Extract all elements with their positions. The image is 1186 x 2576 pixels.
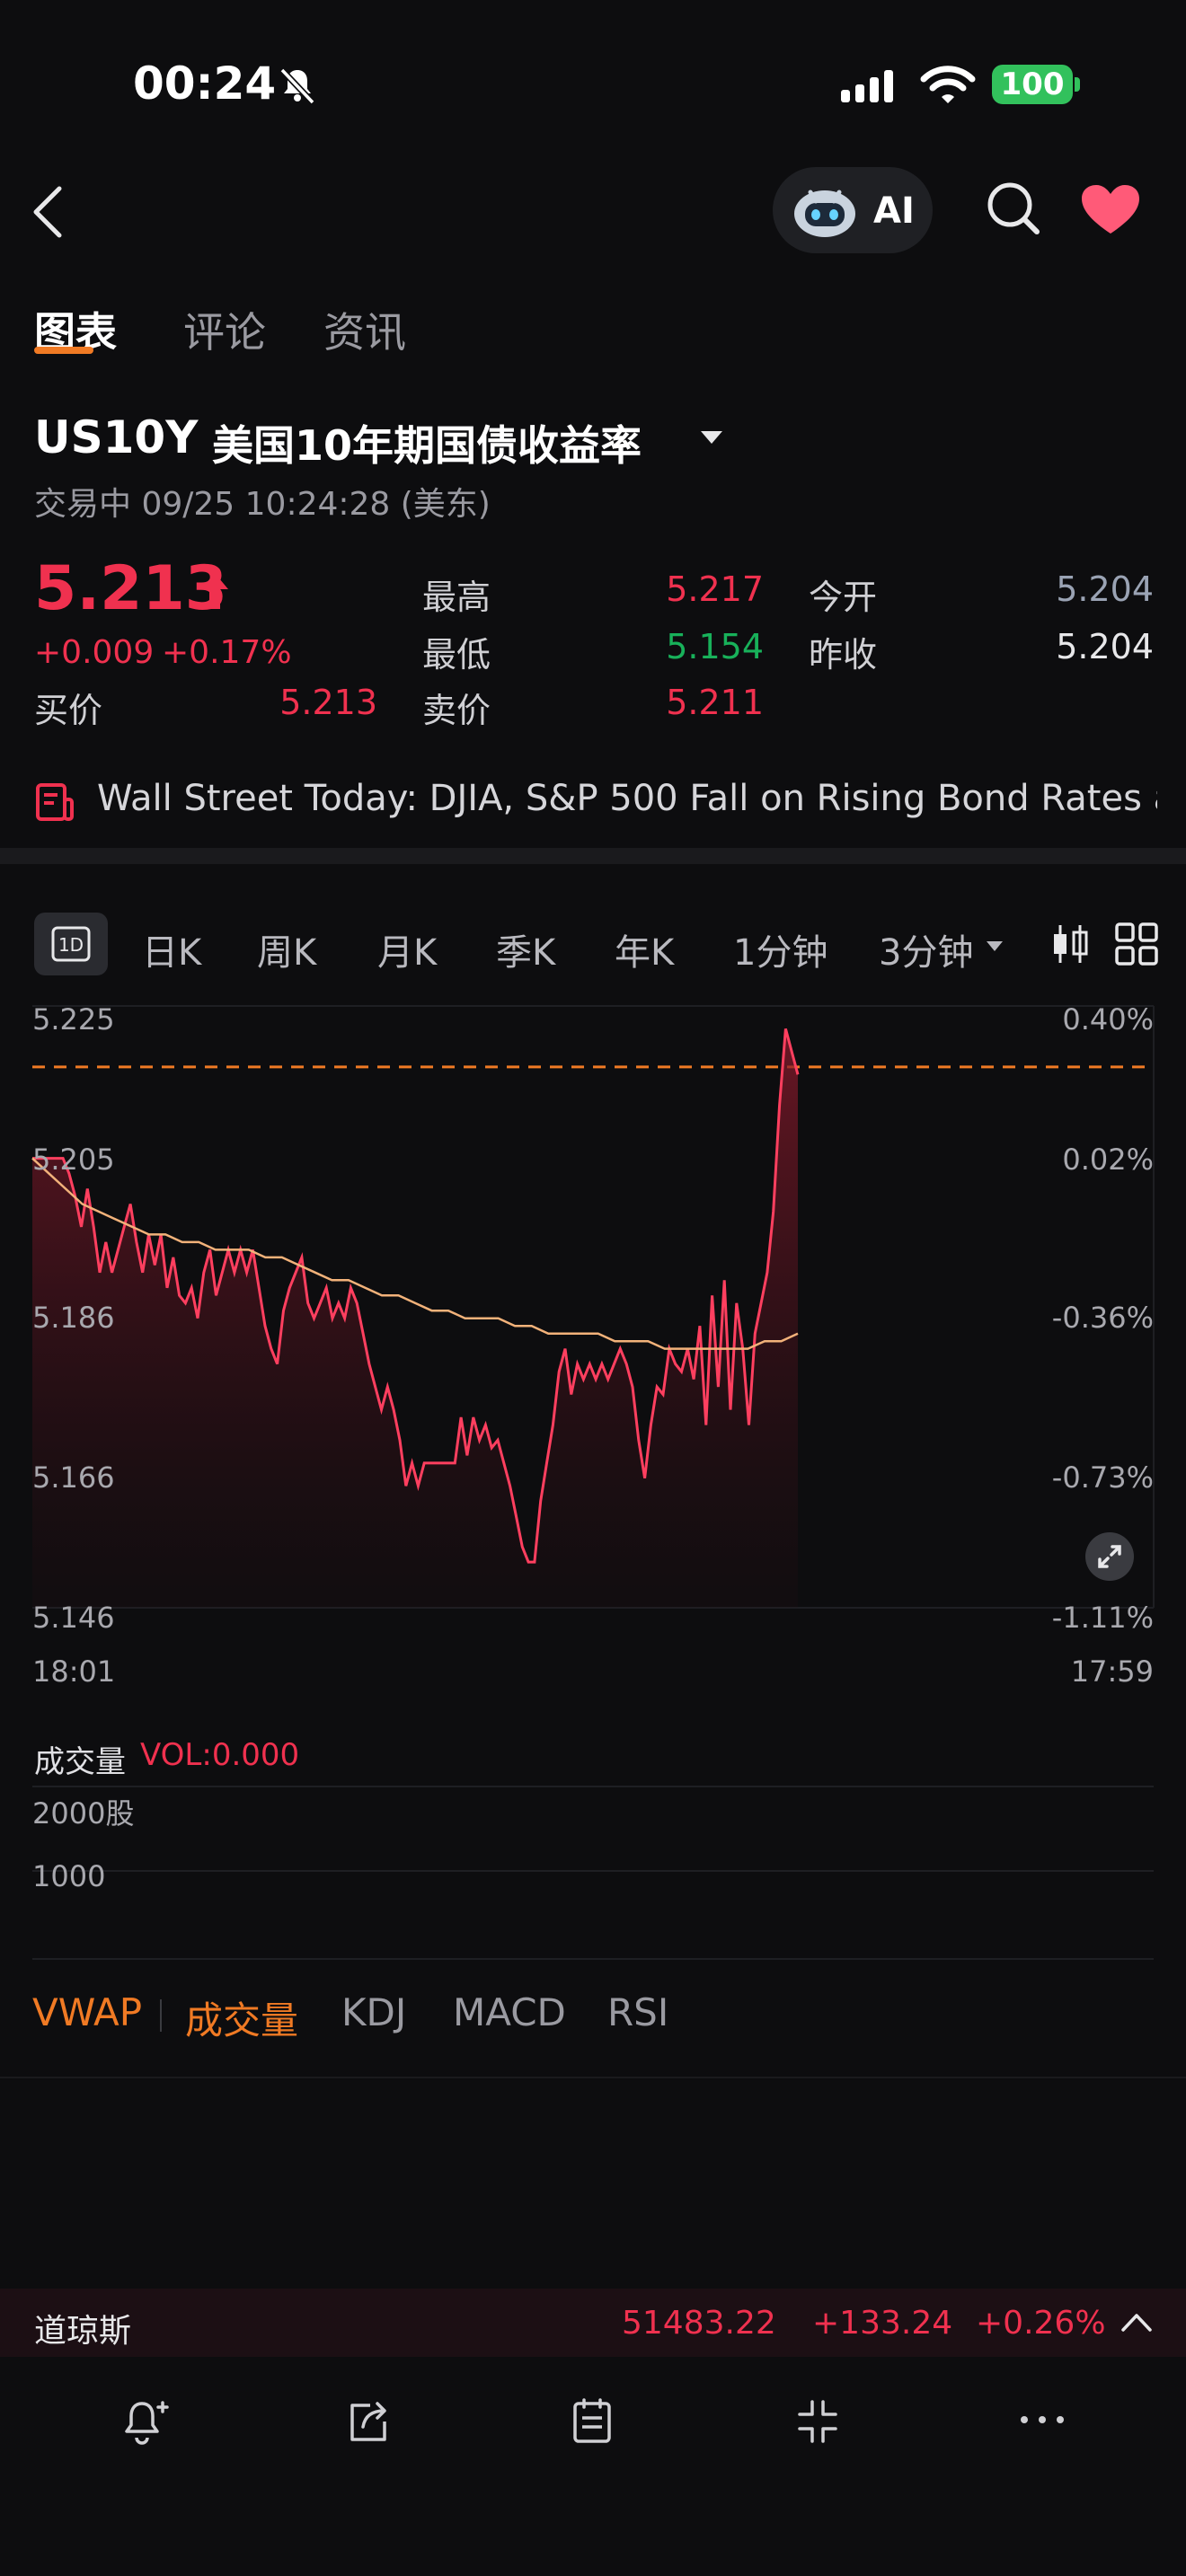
grid-layout-icon[interactable] (1114, 922, 1159, 966)
y-label-left-4: 5.146 (32, 1601, 115, 1635)
y-label-right-2: -0.36% (1051, 1301, 1154, 1335)
ticker-change-percent: +0.26% (976, 2305, 1106, 2342)
volume-title: 成交量 (34, 1744, 126, 1780)
ticker-name: 道琼斯 (34, 2313, 132, 2350)
candlestick-icon[interactable] (1049, 922, 1091, 966)
y-label-right-4: -1.11% (1051, 1601, 1154, 1635)
bid-value: 5.213 (279, 683, 377, 722)
search-icon[interactable] (985, 180, 1042, 237)
period-year-k[interactable]: 年K (615, 923, 674, 975)
cellular-signal-icon (841, 70, 893, 102)
prev-close-value: 5.204 (1056, 627, 1154, 666)
instrument-dropdown-caret-icon[interactable] (701, 431, 722, 444)
low-value: 5.154 (666, 627, 764, 666)
volume-y-label-2000: 2000股 (32, 1796, 135, 1831)
ticker-change: +133.24 (812, 2305, 953, 2342)
period-3min[interactable]: 3分钟 (879, 923, 973, 975)
high-label: 最高 (422, 578, 491, 617)
period-week-k[interactable]: 周K (257, 923, 316, 975)
indicator-macd[interactable]: MACD (453, 1990, 566, 2034)
y-label-left-0: 5.225 (32, 1002, 115, 1037)
share-icon[interactable] (343, 2395, 394, 2448)
chevron-up-icon[interactable] (1120, 2310, 1154, 2333)
instrument-symbol: US10Y (34, 411, 199, 463)
y-label-left-3: 5.166 (32, 1460, 115, 1495)
period-month-k[interactable]: 月K (377, 923, 437, 975)
indicator-separator (160, 1999, 162, 2032)
open-value: 5.204 (1056, 569, 1154, 609)
period-quarter-k[interactable]: 季K (496, 923, 555, 975)
high-value: 5.217 (666, 569, 764, 609)
bell-muted-icon (279, 67, 315, 105)
wifi-icon (920, 66, 976, 103)
ask-value: 5.211 (666, 683, 764, 722)
volume-value: VOL:0.000 (140, 1737, 300, 1773)
indicator-rsi[interactable]: RSI (607, 1990, 668, 2034)
instrument-name[interactable]: 美国10年期国债收益率 (212, 413, 642, 472)
order-notes-icon[interactable] (568, 2395, 618, 2448)
y-label-right-3: -0.73% (1051, 1460, 1154, 1495)
status-time: 00:24 (133, 57, 277, 110)
x-label-end: 17:59 (1070, 1654, 1154, 1689)
ask-label: 卖价 (422, 691, 491, 730)
bid-label: 买价 (34, 691, 103, 730)
ai-label: AI (873, 190, 915, 232)
battery-indicator: 100 (992, 65, 1073, 104)
volume-chart-area (32, 1786, 1154, 1960)
section-divider (0, 848, 1186, 864)
trading-status: 交易中 09/25 10:24:28 (美东) (34, 486, 491, 523)
price-area-fill (32, 1028, 798, 1608)
expand-icon (1098, 1545, 1121, 1568)
open-label: 今开 (809, 578, 878, 617)
y-label-left-2: 5.186 (32, 1301, 115, 1335)
period-day-k[interactable]: 日K (142, 923, 201, 975)
prev-close-label: 昨收 (809, 635, 878, 675)
low-label: 最低 (422, 635, 491, 675)
ai-robot-icon (794, 190, 855, 237)
indicator-kdj[interactable]: KDJ (341, 1990, 406, 2034)
indicator-volume[interactable]: 成交量 (185, 1990, 298, 2045)
active-tab-indicator (34, 347, 93, 354)
period-1min[interactable]: 1分钟 (733, 923, 828, 975)
volume-gridline (32, 1870, 1154, 1872)
period-dropdown-caret-icon[interactable] (987, 941, 1003, 951)
price-up-arrow-icon (201, 573, 228, 609)
y-label-right-0: 0.40% (1062, 1002, 1154, 1037)
section-divider-2 (0, 2077, 1186, 2078)
period-1d-icon: 1D (51, 926, 91, 962)
volume-y-label-1000: 1000 (32, 1859, 106, 1893)
intraday-chart[interactable] (0, 988, 1186, 1689)
news-headline[interactable]: Wall Street Today: DJIA, S&P 500 Fall on… (97, 778, 1157, 819)
fullscreen-chart-button[interactable] (1085, 1532, 1134, 1581)
back-icon[interactable] (31, 185, 66, 239)
y-label-right-1: 0.02% (1062, 1142, 1154, 1177)
price-change-percent: +0.17% (162, 634, 292, 671)
period-1d-label: 1D (58, 934, 84, 956)
price-alert-icon[interactable] (120, 2395, 171, 2448)
favorite-heart-icon[interactable] (1080, 183, 1141, 235)
current-price: 5.213 (34, 553, 228, 624)
news-icon (36, 783, 74, 821)
tab-news[interactable]: 资讯 (323, 300, 406, 359)
ticker-price: 51483.22 (622, 2305, 776, 2342)
y-label-left-1: 5.205 (32, 1142, 115, 1177)
x-label-start: 18:01 (32, 1654, 116, 1689)
price-change: +0.009 (34, 634, 155, 671)
battery-nub (1075, 77, 1080, 92)
tab-comments[interactable]: 评论 (183, 300, 266, 359)
more-options-icon[interactable] (1017, 2395, 1067, 2448)
indicator-vwap[interactable]: VWAP (32, 1990, 142, 2034)
collapse-icon[interactable] (792, 2395, 843, 2448)
